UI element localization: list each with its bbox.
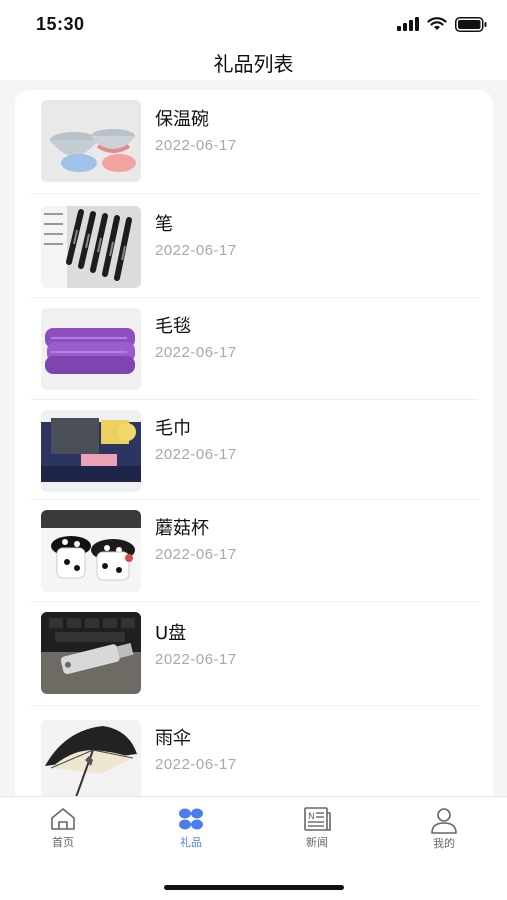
gift-list-item[interactable]: 毛巾 2022-06-17 bbox=[31, 400, 478, 500]
status-bar: 15:30 bbox=[0, 0, 507, 44]
tab-gifts[interactable]: 礼品 bbox=[151, 807, 231, 855]
gift-name: 蘑菇杯 bbox=[155, 518, 209, 539]
gift-list-item[interactable]: 雨伞 2022-06-17 bbox=[31, 706, 478, 810]
gift-date: 2022-06-17 bbox=[155, 242, 237, 259]
mushroom-cup-image bbox=[41, 510, 141, 592]
gift-date: 2022-06-17 bbox=[155, 137, 237, 154]
bowl-image bbox=[41, 100, 141, 182]
gift-date: 2022-06-17 bbox=[155, 344, 237, 361]
gift-date: 2022-06-17 bbox=[155, 651, 237, 668]
usb-drive-image bbox=[41, 612, 141, 694]
gift-name: 保温碗 bbox=[155, 109, 209, 130]
status-time: 15:30 bbox=[36, 14, 85, 34]
gift-name: 雨伞 bbox=[155, 728, 191, 749]
gift-name: 笔 bbox=[155, 214, 173, 235]
nav-bar: 礼品列表 bbox=[0, 44, 507, 80]
gift-name: U盘 bbox=[155, 623, 187, 644]
tab-label: 礼品 bbox=[180, 836, 202, 849]
tab-profile[interactable]: 我的 bbox=[404, 807, 484, 855]
gift-list: 保温碗 2022-06-17 笔 2022-06-17 毛毯 2022-06-1… bbox=[15, 90, 493, 810]
status-icons bbox=[397, 16, 487, 32]
gift-list-item[interactable]: 保温碗 2022-06-17 bbox=[31, 90, 478, 194]
gift-date: 2022-06-17 bbox=[155, 446, 237, 463]
gift-name: 毛毯 bbox=[155, 316, 191, 337]
gift-list-item[interactable]: 蘑菇杯 2022-06-17 bbox=[31, 500, 478, 602]
towel-image bbox=[41, 410, 141, 492]
gift-list-item[interactable]: 毛毯 2022-06-17 bbox=[31, 298, 478, 400]
gift-list-item[interactable]: U盘 2022-06-17 bbox=[31, 602, 478, 706]
tab-home[interactable]: 首页 bbox=[23, 807, 103, 855]
home-indicator bbox=[164, 885, 344, 890]
gift-date: 2022-06-17 bbox=[155, 756, 237, 773]
blanket-image bbox=[41, 308, 141, 390]
tab-label: 首页 bbox=[52, 836, 74, 849]
gift-grid-icon bbox=[179, 808, 203, 830]
gift-name: 毛巾 bbox=[155, 418, 191, 439]
wifi-icon bbox=[427, 17, 447, 30]
gift-date: 2022-06-17 bbox=[155, 546, 237, 563]
profile-icon bbox=[431, 808, 457, 834]
pen-image bbox=[41, 206, 141, 288]
page-title: 礼品列表 bbox=[213, 52, 294, 76]
tab-news[interactable]: N 新闻 bbox=[277, 807, 357, 855]
gift-list-item[interactable]: 笔 2022-06-17 bbox=[31, 194, 478, 298]
tab-label: 我的 bbox=[433, 837, 455, 850]
svg-text:N: N bbox=[308, 812, 315, 822]
home-icon bbox=[51, 808, 75, 830]
battery-icon bbox=[455, 16, 487, 32]
signal-icon bbox=[397, 17, 419, 31]
news-icon: N bbox=[304, 807, 331, 831]
tab-label: 新闻 bbox=[306, 836, 328, 849]
